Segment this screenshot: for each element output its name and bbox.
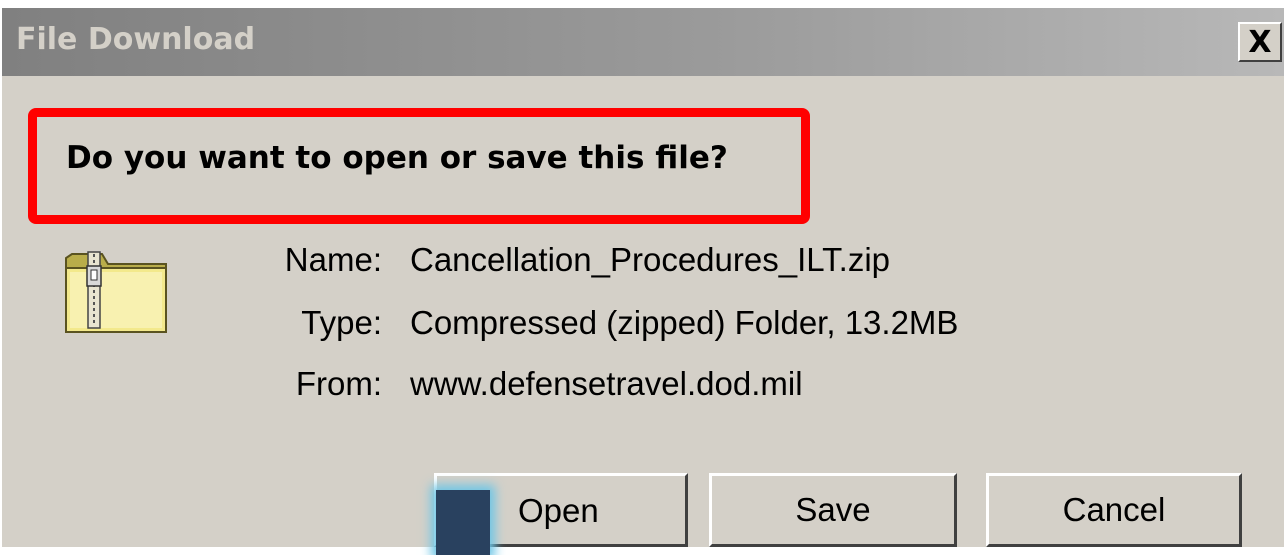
name-value: Cancellation_Procedures_ILT.zip	[410, 241, 890, 278]
cancel-button[interactable]: Cancel	[986, 473, 1242, 547]
cursor-marker	[436, 490, 490, 555]
from-value: www.defensetravel.dod.mil	[410, 365, 803, 402]
type-value: Compressed (zipped) Folder, 13.2MB	[410, 304, 959, 341]
name-label: Name:	[284, 241, 382, 278]
title-bar[interactable]: File Download X	[2, 8, 1284, 76]
from-label: From:	[295, 365, 382, 402]
close-button[interactable]: X	[1238, 22, 1282, 62]
open-button-label: Open	[518, 492, 599, 529]
cancel-button-label: Cancel	[1062, 491, 1166, 528]
type-label: Type:	[301, 304, 382, 341]
close-icon: X	[1248, 24, 1272, 60]
save-button[interactable]: Save	[709, 473, 957, 547]
save-button-label: Save	[795, 491, 871, 528]
file-download-dialog: File Download X Do you want to open or s…	[0, 8, 1284, 555]
window-title: File Download	[16, 22, 256, 57]
question-text: Do you want to open or save this file?	[66, 140, 728, 176]
